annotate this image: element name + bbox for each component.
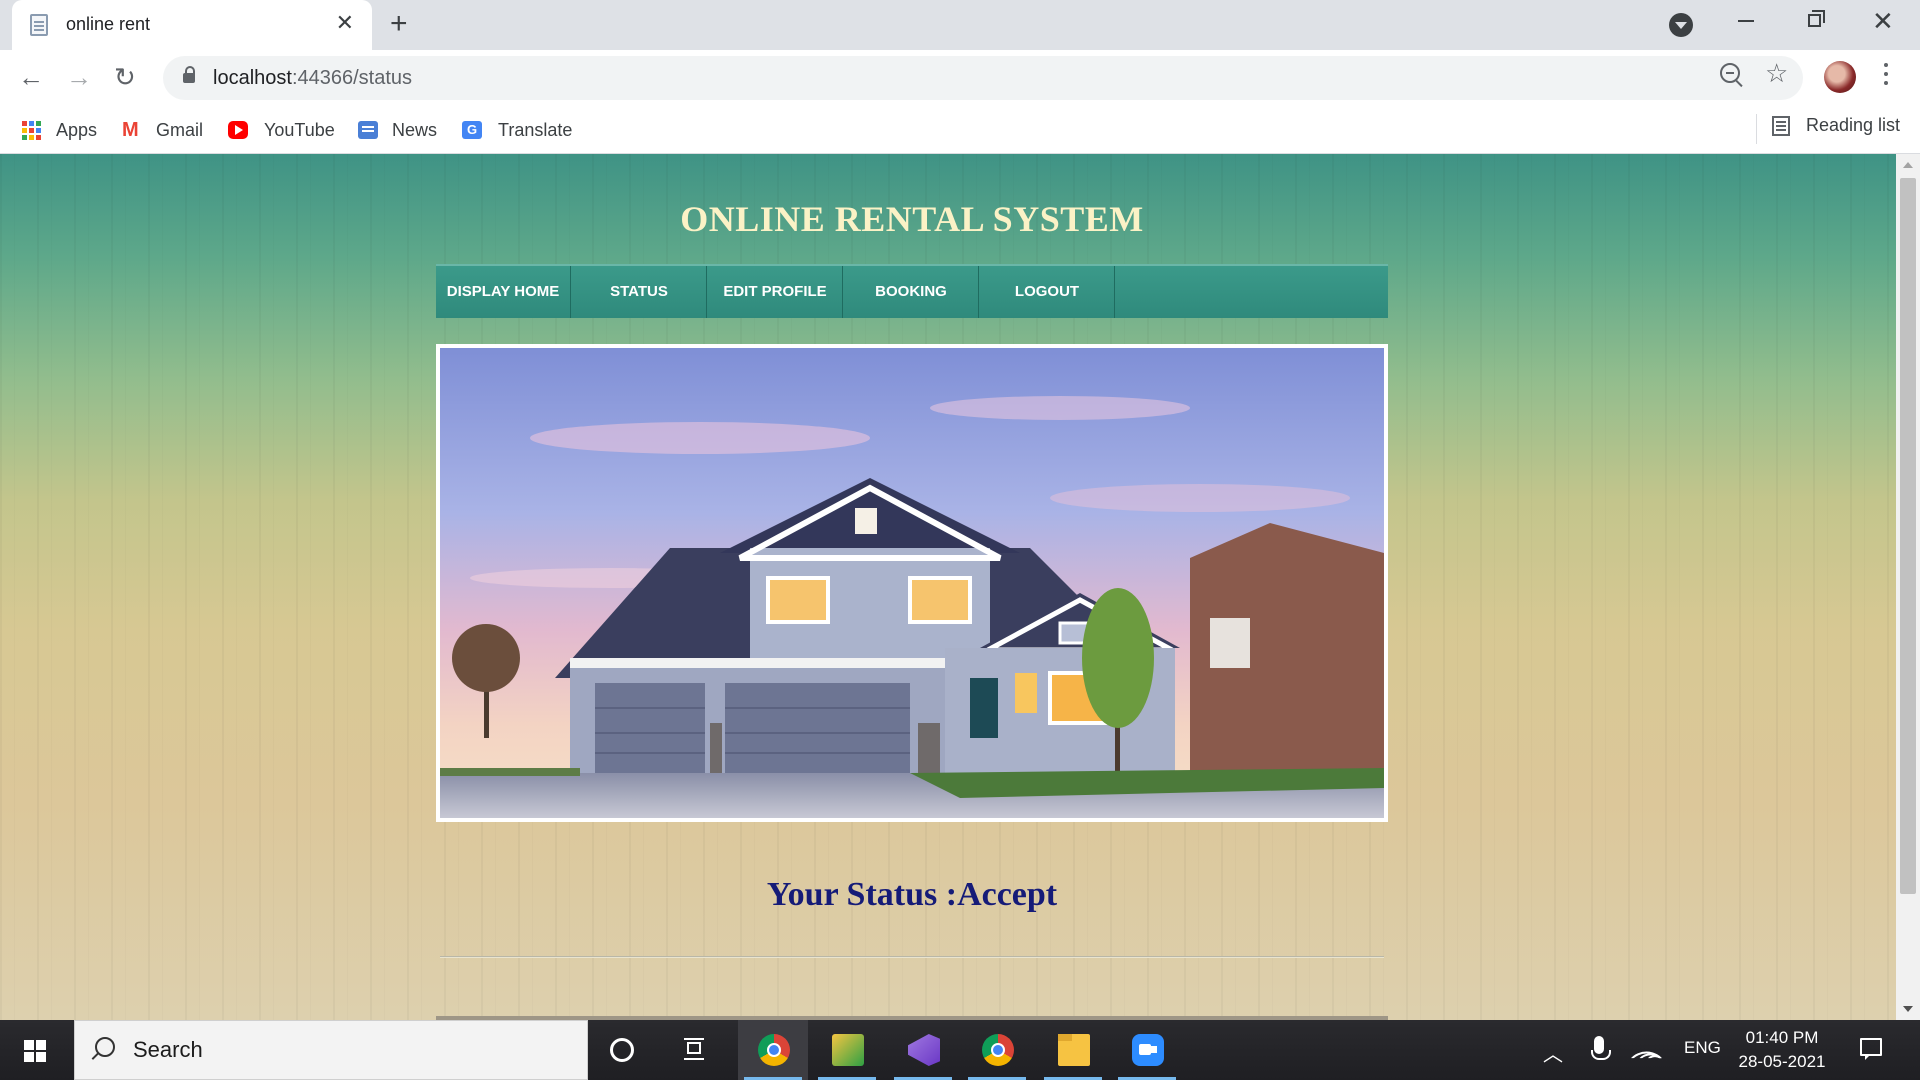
windows-taskbar: Search ︿ ENG 01:40 PM 28-05-2021 [0,1020,1920,1080]
tray-chevron-up-icon[interactable]: ︿ [1543,1038,1563,1067]
windows-start-icon[interactable] [24,1040,46,1062]
main-nav: DISPLAY HOME STATUS EDIT PROFILE BOOKING… [436,264,1388,318]
scroll-down-icon[interactable] [1903,1006,1913,1012]
translate-icon: G [462,121,482,139]
reading-list-button[interactable]: Reading list [1806,115,1900,136]
bookmark-youtube[interactable]: YouTube [228,118,336,142]
bookmark-apps[interactable]: Apps [22,118,102,142]
browser-menu-icon[interactable] [1884,60,1888,90]
url-text[interactable]: localhost:44366/status [213,67,412,90]
file-explorer-icon [1058,1034,1090,1066]
reading-list-icon[interactable] [1772,116,1790,136]
clock-time: 01:40 PM [1745,1028,1819,1047]
nav-booking[interactable]: BOOKING [844,266,979,318]
microphone-icon[interactable] [1591,1036,1611,1060]
house-photo [440,348,1384,818]
snip-sketch-icon [832,1034,864,1066]
bookmarks-bar: Apps M Gmail YouTube News G Translate [0,106,1920,154]
gmail-icon: M [122,119,139,141]
bookmark-news[interactable]: News [358,118,440,142]
taskbar-snip-app[interactable] [812,1020,882,1080]
hero-image-frame [436,344,1388,822]
nav-edit-profile[interactable]: EDIT PROFILE [708,266,843,318]
forward-icon[interactable]: → [66,62,92,92]
bookmark-gmail[interactable]: M Gmail [122,118,206,142]
apps-grid-icon [22,121,42,140]
bookmark-label: Gmail [156,120,204,140]
bookmark-translate[interactable]: G Translate [462,118,572,142]
page-viewport: ONLINE RENTAL SYSTEM DISPLAY HOME STATUS… [0,154,1896,1020]
zoom-icon[interactable] [1720,63,1740,83]
page-scrollbar[interactable] [1896,154,1920,1020]
taskbar-file-explorer[interactable] [1038,1020,1108,1080]
bookmark-label: News [392,120,438,140]
site-title: ONLINE RENTAL SYSTEM [680,199,1144,239]
profile-avatar[interactable] [1824,61,1856,93]
status-message: Your Status :Accept [766,876,1058,913]
taskbar-chrome-2[interactable] [962,1020,1032,1080]
nav-status[interactable]: STATUS [572,266,707,318]
reload-icon[interactable]: ↻ [114,62,136,92]
nav-logout[interactable]: LOGOUT [980,266,1115,318]
url-path: :44366/status [291,67,413,89]
lock-icon [183,66,195,83]
task-view-icon[interactable] [684,1038,704,1060]
news-icon [358,121,378,139]
new-tab-icon[interactable]: + [390,9,408,39]
address-bar[interactable]: localhost:44366/status [163,56,1803,100]
browser-toolbar: ← → ↻ localhost:44366/status [0,50,1920,106]
bookmark-star-icon[interactable]: ☆ [1765,60,1788,86]
youtube-icon [228,121,248,139]
zoom-icon [1132,1034,1164,1066]
chrome-icon [758,1034,790,1066]
url-host: localhost [213,67,292,89]
bookmark-label: Translate [498,120,573,140]
cortana-icon[interactable] [610,1038,634,1062]
clock[interactable]: 01:40 PM 28-05-2021 [1722,1026,1842,1074]
divider-line [440,956,1384,958]
back-icon[interactable]: ← [18,62,44,92]
tab-close-icon[interactable]: ✕ [336,12,354,34]
taskbar-chrome-active[interactable] [738,1020,808,1080]
tab-strip: online rent ✕ + ✕ [0,0,1920,50]
scrollbar-thumb[interactable] [1900,178,1916,894]
browser-tab[interactable]: online rent ✕ [12,0,372,50]
taskbar-search-box[interactable]: Search [74,1020,588,1080]
bookmarks-divider [1756,114,1757,144]
chrome-icon [982,1034,1014,1066]
page-favicon-icon [30,14,48,36]
visual-studio-icon [908,1034,940,1066]
search-icon [95,1037,115,1057]
bookmark-label: YouTube [264,120,335,140]
restore-icon[interactable] [1808,10,1825,27]
tab-search-icon[interactable] [1669,13,1693,37]
clock-date: 28-05-2021 [1738,1052,1826,1071]
tab-title: online rent [66,14,151,34]
nav-display-home[interactable]: DISPLAY HOME [436,266,571,318]
wifi-icon[interactable] [1630,1036,1662,1074]
bookmark-label: Apps [56,120,98,140]
taskbar-zoom[interactable] [1112,1020,1182,1080]
input-language[interactable]: ENG [1684,1038,1721,1058]
taskbar-visual-studio[interactable] [888,1020,958,1080]
notifications-icon[interactable] [1860,1038,1882,1060]
window-close-icon[interactable]: ✕ [1872,6,1894,36]
minimize-icon[interactable] [1738,20,1754,22]
scroll-up-icon[interactable] [1903,162,1913,168]
search-label: Search [133,1037,203,1062]
